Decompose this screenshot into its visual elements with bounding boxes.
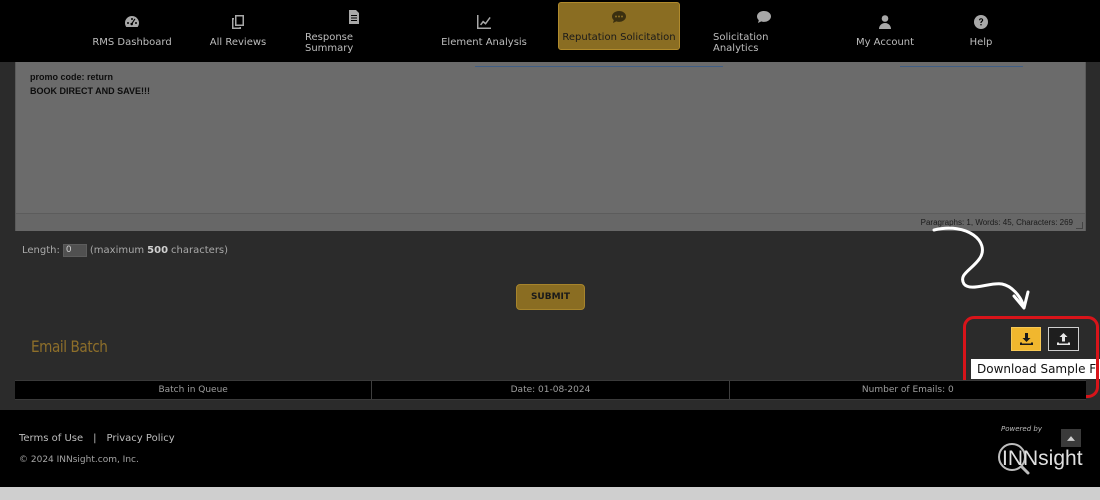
line-chart-icon [476,14,492,30]
nav-label: My Account [855,37,915,48]
batch-table: Batch in Queue Date: 01-08-2024 Number o… [15,380,1086,400]
nav-label: RMS Dashboard [92,37,172,48]
dashboard-icon [124,14,140,30]
length-note-prefix: (maximum [89,245,145,256]
caret-up-icon [1067,435,1075,441]
editor-cut-line [30,66,1071,70]
top-navigation: RMS Dashboard All Reviews Response Summa… [0,0,1100,62]
editor-line: BOOK DIRECT AND SAVE!!! [30,86,150,96]
nav-reputation-solicitation[interactable]: Reputation Solicitation [558,2,680,50]
editor-status-bar: Paragraphs: 1, Words: 45, Characters: 26… [16,213,1085,231]
reviews-icon [230,14,246,30]
speech-bubble-icon [756,9,772,25]
editor-content[interactable]: promo code: return BOOK DIRECT AND SAVE!… [16,62,1085,213]
nav-solicitation-analytics[interactable]: Solicitation Analytics [713,0,815,62]
question-icon [973,14,989,30]
chat-bubble-icon [611,9,627,25]
length-label: Length: [22,245,60,256]
user-icon [877,14,893,30]
message-editor[interactable]: promo code: return BOOK DIRECT AND SAVE!… [15,62,1086,231]
footer-links: Terms of Use | Privacy Policy [19,433,175,444]
nav-all-reviews[interactable]: All Reviews [204,0,272,62]
nav-label: Solicitation Analytics [713,31,769,54]
batch-status-cell: Batch in Queue [15,381,373,399]
footer-separator: | [93,433,97,444]
nav-label: Response Summary [305,31,354,54]
length-row: Length: 0 (maximum 500 characters) [22,244,228,257]
logo-text: INNsight [1002,447,1083,470]
window-bottom-strip [0,487,1100,500]
footer: Terms of Use | Privacy Policy © 2024 INN… [0,410,1100,487]
nav-rms-dashboard[interactable]: RMS Dashboard [90,0,174,62]
batch-count-cell: Number of Emails: 0 [861,385,954,395]
scroll-to-top-button[interactable] [1061,429,1081,447]
privacy-link[interactable]: Privacy Policy [107,433,175,444]
document-icon [346,9,362,25]
nav-my-account[interactable]: My Account [854,0,916,62]
nav-label: Help [969,37,993,48]
resize-handle-icon[interactable] [1076,222,1083,229]
nav-response-summary[interactable]: Response Summary [305,0,403,62]
nav-label: Reputation Solicitation [562,32,676,43]
nav-element-analysis[interactable]: Element Analysis [440,0,528,62]
nav-help[interactable]: Help [962,0,1000,62]
email-batch-title: Email Batch [31,337,108,356]
copyright: © 2024 INNsight.com, Inc. [19,455,139,465]
length-field: 0 [62,244,87,257]
length-max: 500 [147,245,169,256]
submit-button[interactable]: SUBMIT [516,284,585,310]
editor-line: promo code: return [30,72,114,82]
powered-by: Powered by [1001,425,1042,433]
nav-label: Element Analysis [441,37,527,48]
batch-date-cell: Date: 01-08-2024 [372,381,730,399]
nav-label: All Reviews [209,37,267,48]
annotation-arrow-icon [932,226,1030,310]
terms-link[interactable]: Terms of Use [19,433,83,444]
length-note-suffix: characters) [171,245,229,256]
